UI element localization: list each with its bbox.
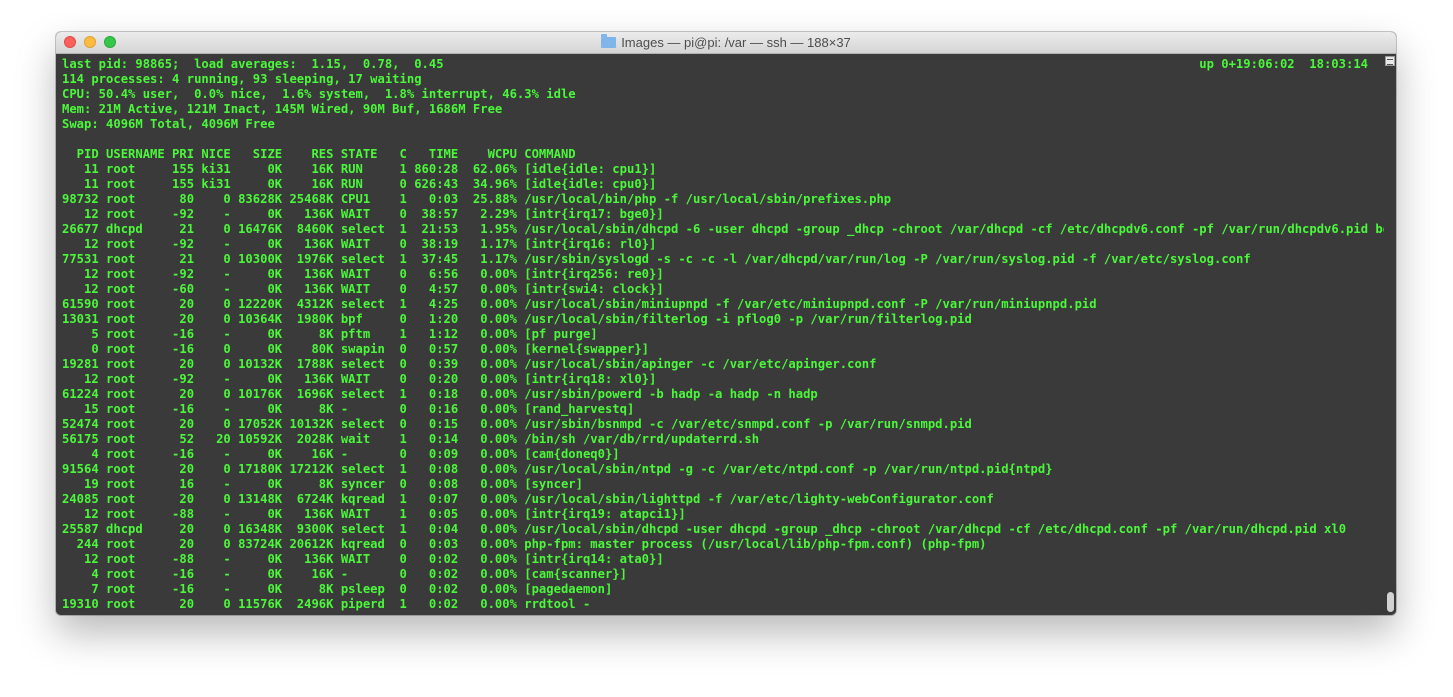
table-row: 12 root -92 - 0K 136K WAIT 0 38:19 1.17%…: [62, 237, 657, 251]
table-row: 19281 root 20 0 10132K 1788K select 0 0:…: [62, 357, 877, 371]
summary-line: Mem: 21M Active, 121M Inact, 145M Wired,…: [62, 102, 503, 116]
table-row: 24085 root 20 0 13148K 6724K kqread 1 0:…: [62, 492, 994, 506]
table-row: 91564 root 20 0 17180K 17212K select 1 0…: [62, 462, 1053, 476]
table-row: 11 root 155 ki31 0K 16K RUN 0 626:43 34.…: [62, 177, 657, 191]
uptime-clock: up 0+19:06:02 18:03:14: [1199, 57, 1368, 71]
table-row: 12 root -60 - 0K 136K WAIT 0 4:57 0.00% …: [62, 282, 664, 296]
summary-line: last pid: 98865; load averages: 1.15, 0.…: [62, 57, 444, 71]
table-row: 12 root -88 - 0K 136K WAIT 0 0:02 0.00% …: [62, 552, 664, 566]
table-header: PID USERNAME PRI NICE SIZE RES STATE C T…: [62, 147, 576, 161]
table-row: 56175 root 52 20 10592K 2028K wait 1 0:1…: [62, 432, 760, 446]
table-row: 25587 dhcpd 20 0 16348K 9300K select 1 0…: [62, 522, 1347, 536]
vertical-scrollbar[interactable]: [1384, 54, 1396, 615]
table-row: 7 root -16 - 0K 8K psleep 0 0:02 0.00% […: [62, 582, 613, 596]
terminal-window: Images — pi@pi: /var — ssh — 188×37 last…: [56, 32, 1396, 615]
scroll-thumb[interactable]: [1387, 592, 1394, 612]
table-row: 12 root -92 - 0K 136K WAIT 0 38:57 2.29%…: [62, 207, 664, 221]
table-row: 77531 root 21 0 10300K 1976K select 1 37…: [62, 252, 1251, 266]
terminal-content[interactable]: last pid: 98865; load averages: 1.15, 0.…: [56, 54, 1384, 615]
table-row: 4 root -16 - 0K 16K - 0 0:09 0.00% [cam{…: [62, 447, 620, 461]
window-title-text: Images — pi@pi: /var — ssh — 188×37: [621, 35, 851, 50]
table-row: 19 root 16 - 0K 8K syncer 0 0:08 0.00% […: [62, 477, 583, 491]
table-row: 98732 root 80 0 83628K 25468K CPU1 1 0:0…: [62, 192, 892, 206]
split-pane-icon[interactable]: [1385, 56, 1395, 66]
table-row: 12 root -92 - 0K 136K WAIT 0 6:56 0.00% …: [62, 267, 664, 281]
title-bar[interactable]: Images — pi@pi: /var — ssh — 188×37: [56, 32, 1396, 54]
table-row: 61590 root 20 0 12220K 4312K select 1 4:…: [62, 297, 1097, 311]
table-row: 244 root 20 0 83724K 20612K kqread 0 0:0…: [62, 537, 987, 551]
summary-line: CPU: 50.4% user, 0.0% nice, 1.6% system,…: [62, 87, 576, 101]
table-row: 26677 dhcpd 21 0 16476K 8460K select 1 2…: [62, 222, 1384, 236]
table-row: 11 root 155 ki31 0K 16K RUN 1 860:28 62.…: [62, 162, 657, 176]
window-title: Images — pi@pi: /var — ssh — 188×37: [56, 32, 1396, 54]
table-row: 5 root -16 - 0K 8K pftm 1 1:12 0.00% [pf…: [62, 327, 598, 341]
summary-line: 114 processes: 4 running, 93 sleeping, 1…: [62, 72, 422, 86]
table-row: 13031 root 20 0 10364K 1980K bpf 0 1:20 …: [62, 312, 972, 326]
table-row: 12 root -88 - 0K 136K WAIT 1 0:05 0.00% …: [62, 507, 686, 521]
table-row: 19310 root 20 0 11576K 2496K piperd 1 0:…: [62, 597, 591, 611]
table-row: 4 root -16 - 0K 16K - 0 0:02 0.00% [cam{…: [62, 567, 627, 581]
table-row: 0 root -16 0 0K 80K swapin 0 0:57 0.00% …: [62, 342, 649, 356]
summary-line: Swap: 4096M Total, 4096M Free: [62, 117, 275, 131]
folder-icon: [601, 34, 617, 48]
table-row: 61224 root 20 0 10176K 1696K select 1 0:…: [62, 387, 818, 401]
table-row: 15 root -16 - 0K 8K - 0 0:16 0.00% [rand…: [62, 402, 635, 416]
table-row: 12 root -92 - 0K 136K WAIT 0 0:20 0.00% …: [62, 372, 657, 386]
table-row: 52474 root 20 0 17052K 10132K select 0 0…: [62, 417, 972, 431]
